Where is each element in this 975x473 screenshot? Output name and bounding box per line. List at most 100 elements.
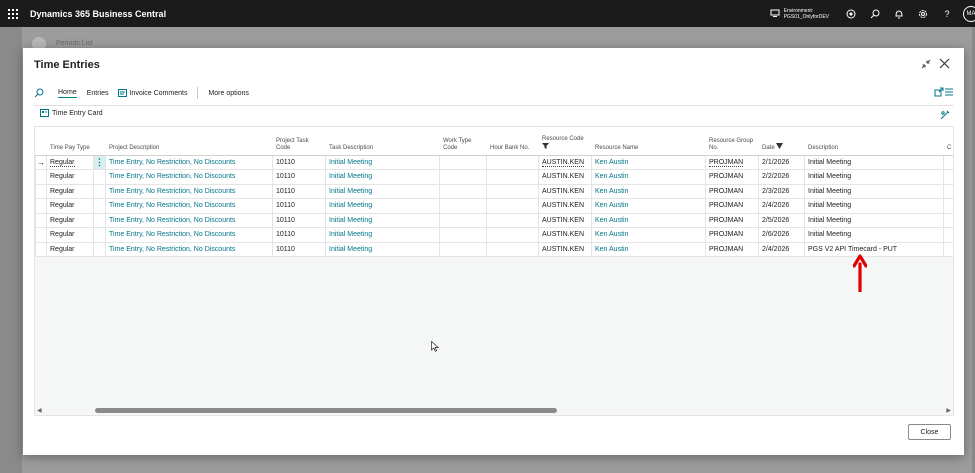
col-project-task-code[interactable]: Project Task Code — [272, 127, 326, 156]
time-entry-card-action[interactable]: Time Entry Card — [40, 109, 103, 117]
cell-task-description[interactable]: Initial Meeting — [325, 154, 440, 170]
share-icon[interactable] — [934, 87, 944, 97]
search-icon[interactable] — [863, 0, 887, 27]
cell-resource-group-no: PROJMAN — [705, 154, 759, 170]
copilot-icon[interactable] — [839, 0, 863, 27]
cell-resource-group-no: PROJMAN — [705, 198, 759, 214]
cell-task-description[interactable]: Initial Meeting — [325, 183, 440, 199]
cell-work-type-code — [439, 227, 487, 243]
collapse-icon[interactable] — [921, 59, 931, 69]
cell-resource-name[interactable]: Ken Austin — [591, 198, 706, 214]
col-time-pay-type[interactable]: Time Pay Type — [46, 127, 94, 156]
row-actions-icon[interactable] — [93, 198, 106, 214]
cell-resource-name[interactable]: Ken Austin — [591, 241, 706, 257]
col-resource-group-no[interactable]: Resource Group No. — [705, 127, 759, 156]
col-task-description[interactable]: Task Description — [325, 127, 440, 156]
cell-resource-name[interactable]: Ken Austin — [591, 169, 706, 185]
cell-task-description[interactable]: Initial Meeting — [325, 212, 440, 228]
cell-overflow — [943, 183, 953, 199]
table-row[interactable]: Regular Time Entry, No Restriction, No Di… — [35, 212, 953, 228]
app-launcher-icon[interactable] — [0, 0, 26, 27]
cell-work-type-code — [439, 198, 487, 214]
horizontal-scrollbar[interactable]: ◀ ▶ — [34, 405, 954, 415]
cell-project-description[interactable]: Time Entry, No Restriction, No Discounts — [105, 212, 273, 228]
row-selector[interactable] — [35, 198, 47, 214]
search-icon[interactable] — [34, 88, 44, 98]
cell-project-description[interactable]: Time Entry, No Restriction, No Discounts — [105, 154, 273, 170]
tab-home[interactable]: Home — [58, 89, 77, 98]
col-work-type-code[interactable]: Work Type Code — [439, 127, 487, 156]
cell-hour-bank-no — [486, 154, 539, 170]
row-actions-icon[interactable] — [93, 227, 106, 243]
col-overflow[interactable]: C — [943, 127, 953, 156]
personalize-icon[interactable] — [940, 110, 950, 120]
tab-entries[interactable]: Entries — [87, 90, 109, 97]
table-row[interactable]: → Regular ⋮ Time Entry, No Restriction, No … — [35, 154, 953, 170]
cell-project-description[interactable]: Time Entry, No Restriction, No Discounts — [105, 227, 273, 243]
row-actions-icon[interactable] — [93, 183, 106, 199]
environment-indicator[interactable]: Environment: PGS01_OnlyforDEV — [770, 8, 829, 20]
cell-work-type-code — [439, 183, 487, 199]
more-options-button[interactable]: More options — [208, 90, 248, 97]
help-icon[interactable]: ? — [935, 0, 959, 27]
cell-task-description[interactable]: Initial Meeting — [325, 227, 440, 243]
col-resource-name[interactable]: Resource Name — [591, 127, 706, 156]
col-date[interactable]: Date — [758, 127, 805, 156]
invoice-comments-action[interactable]: Invoice Comments — [129, 90, 187, 97]
cell-resource-name[interactable]: Ken Austin — [591, 212, 706, 228]
table-row[interactable]: Regular Time Entry, No Restriction, No Di… — [35, 169, 953, 185]
row-selector[interactable] — [35, 169, 47, 185]
scroll-left-icon[interactable]: ◀ — [37, 407, 42, 414]
cell-resource-group-no: PROJMAN — [705, 227, 759, 243]
cell-project-description[interactable]: Time Entry, No Restriction, No Discounts — [105, 169, 273, 185]
col-resource-code[interactable]: Resource Code — [538, 127, 592, 156]
cell-time-pay-type-value: Regular — [50, 158, 75, 167]
table-row[interactable]: Regular Time Entry, No Restriction, No Di… — [35, 198, 953, 214]
time-entries-dialog: Time Entries Home Entries Invoice Commen… — [23, 48, 964, 455]
row-actions-icon[interactable] — [93, 212, 106, 228]
close-button[interactable]: Close — [908, 424, 951, 440]
col-description[interactable]: Description — [804, 127, 944, 156]
cell-project-description[interactable]: Time Entry, No Restriction, No Discounts — [105, 241, 273, 257]
row-actions-icon[interactable]: ⋮ — [93, 154, 106, 170]
annotation-arrow-icon — [853, 254, 867, 292]
time-entry-card-label: Time Entry Card — [52, 109, 103, 117]
scroll-right-icon[interactable]: ▶ — [946, 407, 951, 414]
cell-hour-bank-no — [486, 169, 539, 185]
list-view-icon[interactable] — [944, 87, 954, 97]
col-hour-bank-no[interactable]: Hour Bank No. — [486, 127, 539, 156]
cell-project-description[interactable]: Time Entry, No Restriction, No Discounts — [105, 183, 273, 199]
cell-overflow — [943, 198, 953, 214]
table-row[interactable]: Regular Time Entry, No Restriction, No Di… — [35, 183, 953, 199]
bell-icon[interactable] — [887, 0, 911, 27]
cell-project-description[interactable]: Time Entry, No Restriction, No Discounts — [105, 198, 273, 214]
cell-description: Initial Meeting — [804, 169, 944, 185]
row-selector[interactable] — [35, 212, 47, 228]
app-title[interactable]: Dynamics 365 Business Central — [30, 9, 166, 19]
row-actions-icon[interactable] — [93, 169, 106, 185]
avatar[interactable]: MA — [963, 5, 975, 22]
cell-date: 2/1/2026 — [758, 154, 805, 170]
row-actions-icon[interactable] — [93, 241, 106, 257]
row-selector[interactable] — [35, 183, 47, 199]
row-selector[interactable] — [35, 227, 47, 243]
action-separator — [197, 87, 199, 99]
row-selector[interactable] — [35, 241, 47, 257]
cell-resource-code: AUSTIN.KEN — [538, 227, 592, 243]
cell-resource-name[interactable]: Ken Austin — [591, 183, 706, 199]
current-row-arrow-icon[interactable]: → — [35, 154, 47, 170]
divider — [34, 105, 954, 106]
cell-resource-name[interactable]: Ken Austin — [591, 227, 706, 243]
cell-resource-name[interactable]: Ken Austin — [591, 154, 706, 170]
gear-icon[interactable] — [911, 0, 935, 27]
scrollbar-thumb[interactable] — [95, 408, 557, 413]
cell-task-description[interactable]: Initial Meeting — [325, 241, 440, 257]
close-icon[interactable] — [939, 58, 950, 69]
cell-time-pay-type: Regular — [46, 212, 94, 228]
table-row[interactable]: Regular Time Entry, No Restriction, No Di… — [35, 227, 953, 243]
col-project-description[interactable]: Project Description — [105, 127, 273, 156]
cell-task-description[interactable]: Initial Meeting — [325, 198, 440, 214]
cell-task-description[interactable]: Initial Meeting — [325, 169, 440, 185]
table-row[interactable]: Regular Time Entry, No Restriction, No Di… — [35, 241, 953, 257]
filter-funnel-icon — [542, 142, 549, 149]
